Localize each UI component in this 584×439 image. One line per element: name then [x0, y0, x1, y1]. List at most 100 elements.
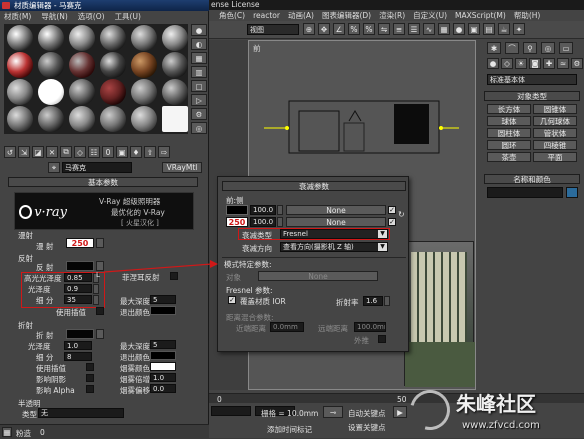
refr-max-depth-field[interactable]: 5	[150, 340, 176, 349]
play-icon[interactable]: ▶	[393, 406, 407, 418]
sample-slot[interactable]	[131, 25, 157, 51]
sample-slot[interactable]	[162, 79, 188, 105]
mat-options-icon[interactable]: ⚙	[191, 108, 207, 120]
ior-field[interactable]: 1.6	[363, 296, 383, 306]
sample-slot[interactable]	[7, 25, 33, 51]
object-pick-button[interactable]: None	[258, 271, 378, 281]
material-editor-icon[interactable]: ●	[453, 23, 465, 35]
align-icon[interactable]: ≡	[393, 23, 405, 35]
sample-slot[interactable]	[69, 106, 95, 132]
sample-slot[interactable]	[131, 52, 157, 78]
percent-snap-icon[interactable]: %	[363, 23, 375, 35]
sample-slot[interactable]	[100, 25, 126, 51]
modify-tab-icon[interactable]: ⌒	[505, 42, 519, 54]
material-name-field[interactable]: 马赛克	[62, 162, 132, 173]
object-type-rollout[interactable]: 对象类型	[484, 91, 580, 101]
library-icon[interactable]: ☷	[88, 146, 100, 158]
motion-tab-icon[interactable]: ◎	[541, 42, 555, 54]
sample-slot[interactable]	[100, 106, 126, 132]
put-to-scene-icon[interactable]: ⇲	[18, 146, 30, 158]
refr-gloss-field[interactable]: 1.0	[64, 341, 92, 350]
sample-slot[interactable]	[69, 25, 95, 51]
hierarchy-tab-icon[interactable]: ⚲	[523, 42, 537, 54]
fog-color-swatch[interactable]	[150, 362, 176, 371]
falloff-rollout[interactable]: 衰减参数	[222, 181, 406, 191]
unique-icon[interactable]: ◇	[74, 146, 86, 158]
mirror-icon[interactable]: ⇋	[378, 23, 390, 35]
reset-icon[interactable]: ✕	[46, 146, 58, 158]
sample-slot[interactable]	[38, 79, 64, 105]
sample-slot[interactable]	[131, 79, 157, 105]
menu-options[interactable]: 选项(O)	[78, 11, 105, 22]
affect-alpha-checkbox[interactable]	[86, 385, 94, 393]
sample-slot[interactable]	[100, 52, 126, 78]
box-button[interactable]: 长方体	[487, 104, 531, 114]
sample-slot[interactable]	[69, 52, 95, 78]
refl-gloss-spinner[interactable]	[93, 284, 99, 294]
sample-slot[interactable]	[7, 52, 33, 78]
front-map-button[interactable]: None	[286, 205, 386, 215]
sample-slot[interactable]	[38, 25, 64, 51]
menu-customize[interactable]: 自定义(U)	[413, 10, 447, 21]
menu-maxscript[interactable]: MAXScript(M)	[455, 11, 506, 20]
sample-slot[interactable]	[162, 106, 188, 132]
side-spinner[interactable]	[277, 217, 283, 227]
set-key-button[interactable]: 设置关键点	[348, 422, 386, 433]
tube-button[interactable]: 管状体	[533, 128, 577, 138]
ior-spinner[interactable]	[384, 296, 390, 306]
render-last-icon[interactable]: ✦	[513, 23, 525, 35]
plane-button[interactable]: 平面	[533, 152, 577, 162]
lights-icon[interactable]: ☀	[515, 58, 527, 69]
background-icon[interactable]: ▦	[191, 52, 207, 64]
spacewarps-icon[interactable]: ≈	[557, 58, 569, 69]
extrapolate-checkbox[interactable]	[378, 335, 386, 343]
sample-slot[interactable]	[69, 79, 95, 105]
cone-button[interactable]: 圆锥体	[533, 104, 577, 114]
angle-snap-icon[interactable]: %	[348, 23, 360, 35]
create-tab-icon[interactable]: ✱	[487, 42, 501, 54]
quick-render-icon[interactable]: ☕	[498, 23, 510, 35]
select-by-mat-icon[interactable]: ◎	[191, 122, 207, 134]
sphere-button[interactable]: 球体	[487, 116, 531, 126]
refl-color-swatch[interactable]	[66, 261, 94, 271]
show-end-icon[interactable]: ♦	[130, 146, 142, 158]
sample-slot[interactable]	[162, 52, 188, 78]
affect-shadow-checkbox[interactable]	[86, 374, 94, 382]
override-ior-checkbox[interactable]: ✓	[228, 296, 236, 304]
exit-color-swatch[interactable]	[150, 306, 176, 315]
assign-icon[interactable]: ◪	[32, 146, 44, 158]
sample-slot[interactable]	[38, 52, 64, 78]
show-map-icon[interactable]: ▣	[116, 146, 128, 158]
start-icon[interactable]: ▦	[2, 427, 12, 437]
subdivs-field[interactable]: 35	[64, 295, 92, 304]
effects-channel-icon[interactable]: 0	[102, 146, 114, 158]
falloff-dir-chevron-icon[interactable]: ▼	[378, 243, 387, 251]
layer-icon[interactable]: ☰	[408, 23, 420, 35]
menu-character[interactable]: 角色(C)	[219, 10, 245, 21]
sample-type-icon[interactable]: ●	[191, 24, 207, 36]
front-spinner[interactable]	[277, 205, 283, 215]
fog-mult-field[interactable]: 1.0	[150, 373, 176, 382]
sample-slot[interactable]	[162, 25, 188, 51]
near-field[interactable]: 0.0mm	[270, 322, 304, 332]
go-parent-icon[interactable]: ⇧	[144, 146, 156, 158]
teapot-button[interactable]: 茶壶	[487, 152, 531, 162]
primitive-dropdown[interactable]: 标准基本体	[487, 74, 577, 85]
sample-slot[interactable]	[7, 106, 33, 132]
menu-reactor[interactable]: reactor	[253, 11, 280, 20]
menu-material[interactable]: 材质(M)	[4, 11, 31, 22]
max-depth-field[interactable]: 5	[150, 295, 176, 304]
refr-exit-swatch[interactable]	[150, 351, 176, 360]
far-field[interactable]: 100.0mm	[354, 322, 386, 332]
pyramid-button[interactable]: 四棱锥	[533, 140, 577, 150]
refr-color-swatch[interactable]	[66, 329, 94, 339]
cylinder-button[interactable]: 圆柱体	[487, 128, 531, 138]
material-type-button[interactable]: VRayMtl	[162, 162, 202, 173]
menu-graph-editors[interactable]: 图表编辑器(D)	[322, 10, 371, 21]
move-icon[interactable]: ✥	[318, 23, 330, 35]
snap-icon[interactable]: ∠	[333, 23, 345, 35]
menu-animation[interactable]: 动画(A)	[288, 10, 314, 21]
shapes-icon[interactable]: ◇	[501, 58, 513, 69]
object-name-field[interactable]	[487, 187, 563, 198]
front-map-checkbox[interactable]: ✓	[388, 206, 396, 214]
